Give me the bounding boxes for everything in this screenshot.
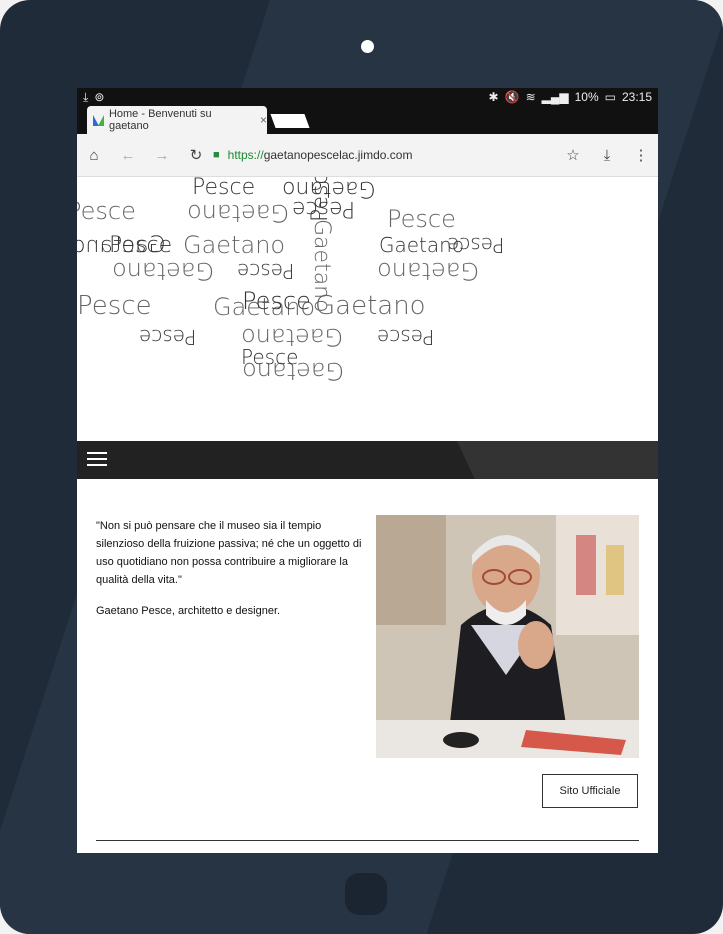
new-tab-button[interactable] — [270, 114, 310, 128]
hero-word: Gaetano — [112, 257, 215, 285]
bluetooth-icon: ✱ — [488, 90, 499, 104]
portrait-photo — [376, 515, 639, 758]
hero-word: Gaetano — [315, 291, 426, 321]
hero-word: Pesce — [237, 259, 295, 283]
reload-icon[interactable]: ↻ — [179, 146, 213, 164]
hero-word: Pesce — [308, 177, 333, 222]
site-navbar — [77, 441, 658, 479]
official-site-button[interactable]: Sito Ufficiale — [542, 774, 638, 808]
overflow-menu-icon[interactable]: ⋮ — [624, 146, 658, 164]
hero-word: Pesce — [241, 345, 299, 369]
quote-text: "Non si può pensare che il museo sia il … — [96, 520, 362, 586]
status-bar: ⤓ ⊚ ✱ 🔇 ≋ ▂▄▆ 10% ▭ 23:15 — [77, 88, 658, 106]
tab-strip: Home - Benvenuti su gaetano × — [77, 106, 658, 134]
url-host: gaetanopescelac.jimdo.com — [263, 148, 413, 162]
main-content: "Non si può pensare che il museo sia il … — [77, 479, 658, 853]
browser-tab[interactable]: Home - Benvenuti su gaetano × — [87, 106, 267, 134]
hero-word: Pesce — [77, 291, 152, 321]
lock-icon: ■ — [213, 149, 220, 161]
address-bar[interactable]: ■ https:// gaetanopescelac.jimdo.com — [213, 148, 556, 162]
home-icon[interactable]: ⌂ — [77, 147, 111, 164]
divider-line — [96, 840, 639, 841]
battery-level: 10% — [574, 90, 599, 104]
clock: 23:15 — [621, 90, 652, 104]
hero-word: Gaetano — [187, 199, 290, 227]
back-icon[interactable]: ← — [111, 147, 145, 164]
forward-icon[interactable]: → — [145, 147, 179, 164]
browser-toolbar: ⌂ ← → ↻ ■ https:// gaetanopescelac.jimdo… — [77, 134, 658, 177]
wifi-icon: ≋ — [525, 90, 536, 104]
close-icon[interactable]: × — [260, 113, 267, 127]
navbar-accent — [457, 441, 658, 479]
signal-icon: ▂▄▆ — [541, 90, 569, 104]
camera — [361, 40, 374, 53]
quote-author: Gaetano Pesce, architetto e designer. — [96, 605, 281, 617]
hero-word: Pesce — [387, 205, 456, 233]
battery-icon: ▭ — [604, 90, 616, 104]
sync-icon: ⊚ — [94, 90, 105, 104]
hero-word: Gaetano — [377, 257, 480, 285]
home-button[interactable] — [345, 873, 387, 915]
jimdo-favicon-icon — [93, 114, 104, 126]
hero-word: Pesce — [377, 325, 435, 349]
download-page-icon[interactable]: ⤓ — [590, 147, 624, 164]
hero-word: Pesce — [77, 197, 136, 225]
hero-word: Pesce — [447, 233, 505, 257]
tab-title: Home - Benvenuti su gaetano — [108, 108, 212, 132]
hero-word: Pesce — [242, 287, 311, 315]
screen: ⤓ ⊚ ✱ 🔇 ≋ ▂▄▆ 10% ▭ 23:15 Home - Benvenu… — [77, 88, 658, 853]
star-icon[interactable]: ☆ — [556, 146, 590, 164]
url-protocol: https:// — [227, 148, 264, 162]
hero-word: Pesce — [109, 233, 173, 258]
mute-icon: 🔇 — [504, 90, 520, 104]
hamburger-menu-icon[interactable] — [87, 452, 107, 466]
tablet-frame: ⤓ ⊚ ✱ 🔇 ≋ ▂▄▆ 10% ▭ 23:15 Home - Benvenu… — [0, 0, 723, 934]
portrait-illustration — [376, 515, 639, 758]
hero-typography: Pesce Gaetano Pesce Gaetano Pesce Gaetan… — [77, 177, 658, 441]
hero-word: Pesce — [139, 325, 197, 349]
download-icon: ⤓ — [83, 89, 89, 104]
hero-word: Gaetano — [183, 231, 286, 259]
hero-word: Pesce — [192, 177, 256, 200]
